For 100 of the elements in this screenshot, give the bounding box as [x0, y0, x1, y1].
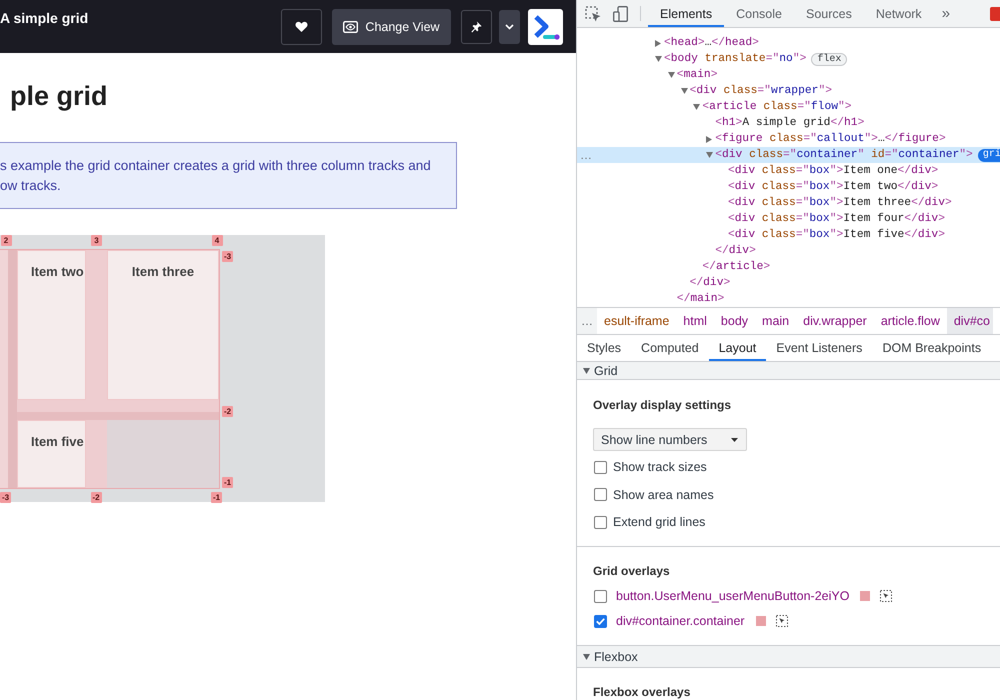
tree-row[interactable]: <head>…</head>	[577, 35, 1000, 51]
node-markup: <div class="box">Item three</div>	[728, 197, 952, 209]
node-markup: <div class="box">Item five</div>	[728, 229, 945, 241]
caret-icon	[731, 438, 738, 442]
triangle-down-icon[interactable]	[668, 72, 675, 78]
tree-row[interactable]: <div class="wrapper">	[577, 83, 1000, 99]
tree-row[interactable]: <div class="box">Item one</div>	[577, 163, 1000, 179]
eye-icon	[343, 20, 358, 32]
tree-row[interactable]: <main>	[577, 67, 1000, 83]
overlay-label: div#container.container	[616, 614, 745, 628]
line-number-label: -1	[222, 477, 233, 488]
node-markup: <div class="container" id="container">	[715, 149, 973, 161]
tree-row[interactable]: <body translate="no"> flex	[577, 51, 1000, 67]
line-number-label: -2	[222, 406, 233, 417]
checkbox[interactable]	[594, 488, 607, 501]
overlay-label: button.UserMenu_userMenuButton-2eiYO	[616, 589, 850, 603]
dropdown-button[interactable]	[499, 10, 520, 44]
checkbox[interactable]	[594, 614, 607, 628]
layout-badge[interactable]: gri	[978, 148, 1000, 162]
change-view-button[interactable]: Change View	[332, 8, 451, 44]
pin-button[interactable]	[461, 10, 492, 44]
tab[interactable]: DOM Breakpoints	[872, 335, 992, 361]
checkbox[interactable]	[594, 516, 607, 528]
triangle-down-icon[interactable]	[655, 56, 662, 62]
tree-row[interactable]: <div class="box">Item five</div>	[577, 227, 1000, 243]
color-swatch-icon[interactable]	[860, 591, 870, 601]
more-tabs-button[interactable]: »	[942, 5, 950, 22]
checkbox[interactable]	[594, 590, 607, 602]
favorite-button[interactable]	[281, 8, 322, 44]
heart-icon	[295, 21, 308, 32]
node-markup: </div>	[715, 245, 756, 257]
cursor-icon[interactable]	[880, 590, 892, 602]
triangle-down-icon[interactable]	[680, 88, 688, 94]
logo-icon	[528, 8, 563, 44]
scroll-button[interactable]: …	[577, 308, 597, 334]
tree-row[interactable]: … <div class="container" id="container"> gri	[577, 147, 1000, 163]
chevron-down-icon	[505, 24, 514, 30]
node-markup: <body translate="no">	[664, 53, 806, 65]
overlays-heading: Flexbox overlays	[592, 685, 692, 700]
pin-icon	[471, 20, 482, 32]
node-markup: <div class="wrapper">	[690, 85, 832, 97]
tab[interactable]: Computed	[631, 335, 709, 361]
cursor-icon[interactable]	[776, 615, 788, 627]
node-markup: </main>	[676, 293, 724, 305]
line-number-label: -2	[90, 492, 102, 503]
line-number-label: -3	[222, 251, 233, 262]
checkmark-icon	[596, 618, 605, 624]
callout-text: s example the grid container creates a grid with three column tracks and	[0, 157, 431, 175]
tree-row[interactable]: <figure class="callout">…</figure>	[577, 131, 1000, 147]
settings-heading: Overlay display settings	[593, 397, 732, 413]
page-heading: ple grid	[9, 80, 109, 112]
tab[interactable]: Console	[724, 0, 794, 27]
triangle-down-icon[interactable]	[706, 152, 714, 158]
tree-row[interactable]: <h1>A simple grid</h1>	[577, 115, 1000, 131]
node-markup: <figure class="callout">…</figure>	[715, 133, 946, 145]
tab[interactable]: Event Listeners	[766, 335, 872, 361]
more-button[interactable]: …	[577, 148, 592, 162]
line-number-label: 4	[212, 235, 222, 246]
dropdown[interactable]: Show line numbers	[593, 428, 747, 451]
grid-item: Item five	[17, 420, 86, 488]
grid-item: Item two	[17, 250, 86, 400]
node-markup: </article>	[702, 261, 770, 273]
line-number-label: -3	[0, 492, 11, 503]
node-markup: </div>	[690, 277, 730, 289]
line-number-label: 3	[91, 235, 102, 246]
tree-row[interactable]: <div class="box">Item three</div>	[577, 195, 1000, 211]
breadcrumb[interactable]: div#co	[946, 308, 993, 334]
error-badge-icon	[990, 6, 1000, 20]
tree-row[interactable]: <article class="flow">	[577, 99, 1000, 115]
tab[interactable]: Sources	[794, 0, 864, 27]
layout-badge[interactable]: flex	[811, 52, 848, 66]
section-header[interactable]: Grid	[577, 362, 1000, 380]
triangle-down-icon[interactable]	[693, 104, 700, 110]
tab[interactable]: Styles	[577, 335, 632, 361]
node-markup: <div class="box">Item one</div>	[728, 165, 938, 177]
callout-text: ow tracks.	[0, 177, 61, 195]
node-markup: <h1>A simple grid</h1>	[715, 117, 864, 129]
line-number-label: -1	[211, 492, 222, 503]
triangle-right-icon[interactable]	[655, 40, 661, 46]
cursor-icon[interactable]	[585, 6, 601, 22]
tab[interactable]: Network	[864, 0, 934, 27]
triangle-right-icon[interactable]	[706, 136, 712, 142]
checkbox-label: Show track sizes	[613, 460, 707, 474]
node-markup: <article class="flow">	[702, 101, 852, 113]
color-swatch-icon[interactable]	[756, 616, 766, 626]
node-markup: <div class="box">Item two</div>	[728, 181, 938, 193]
devices-icon[interactable]	[613, 6, 628, 22]
overlays-heading: Grid overlays	[593, 563, 671, 579]
line-number-label: 2	[0, 235, 12, 246]
section-header[interactable]: Flexbox	[577, 645, 1000, 668]
tree-row[interactable]: <div class="box">Item two</div>	[577, 179, 1000, 195]
checkbox-label: Extend grid lines	[613, 515, 706, 529]
page-title: A simple grid	[0, 10, 88, 27]
grid-item: Item three	[107, 250, 219, 400]
node-markup: <div class="box">Item four</div>	[728, 213, 945, 225]
node-markup: <head>…</head>	[664, 37, 759, 49]
node-markup: <main>	[676, 69, 718, 81]
checkbox[interactable]	[594, 460, 607, 474]
tree-row[interactable]: <div class="box">Item four</div>	[577, 211, 1000, 227]
checkbox-label: Show area names	[613, 488, 714, 502]
